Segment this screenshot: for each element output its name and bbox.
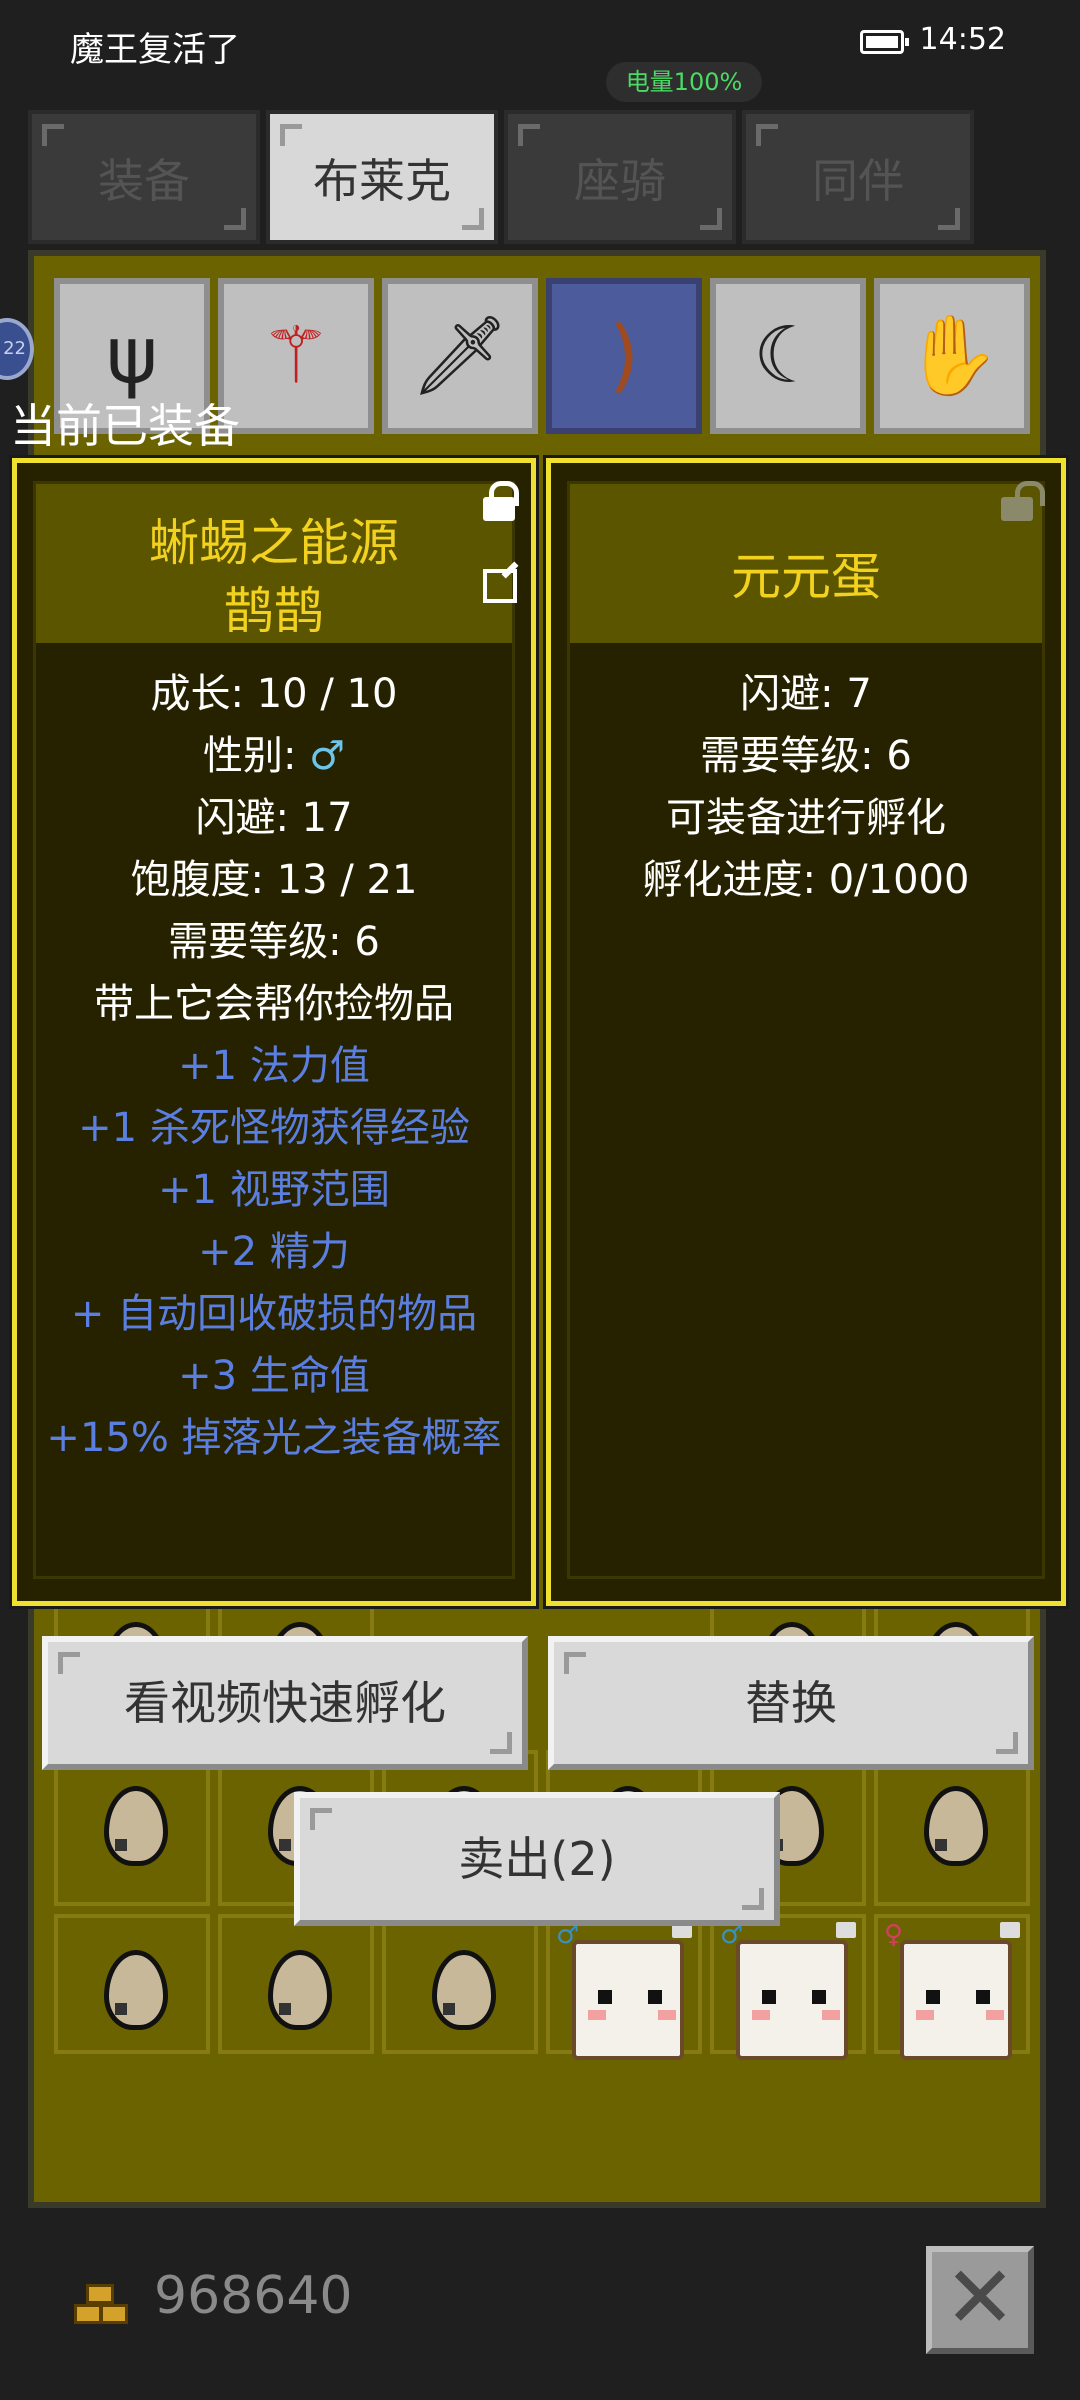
stat-text: 性别: — [202, 733, 310, 779]
stat-text: + 自动回收破损的物品 — [70, 1291, 478, 1337]
close-button[interactable]: ✕ — [926, 2246, 1034, 2354]
tab-equipment[interactable]: 装备 — [28, 110, 260, 244]
section-title: 当前已装备 — [10, 399, 240, 453]
stat-text: +15% 掉落光之装备概率 — [46, 1415, 502, 1461]
current-item-subname: 鹊鹊 — [224, 582, 324, 640]
stat-line: 闪避: 7 — [740, 671, 872, 717]
stat-line: +15% 掉落光之装备概率 — [17, 1407, 531, 1469]
stat-line: 成长: 10 / 10 — [17, 663, 531, 725]
stat-line: +1 杀死怪物获得经验 — [17, 1097, 531, 1159]
female-icon: ♀ — [884, 1920, 904, 1950]
stat-line: 孵化进度: 0/1000 — [642, 857, 970, 903]
stat-line: + 自动回收破损的物品 — [17, 1283, 531, 1345]
egg-icon — [432, 1950, 496, 2030]
pet-icon — [736, 1940, 848, 2060]
equip-slot-scimitar[interactable]: ☾ — [710, 278, 866, 434]
inventory-cell[interactable]: ♂ — [710, 1914, 866, 2060]
unlock-icon[interactable] — [1001, 481, 1045, 521]
stat-line: 需要等级: 6 — [17, 911, 531, 973]
scimitar-icon: ☾ — [753, 311, 823, 401]
pet-icon — [572, 1940, 684, 2060]
stat-line: +1 法力值 — [17, 1035, 531, 1097]
tab-blake[interactable]: 布莱克 — [266, 110, 498, 244]
stat-line: 带上它会帮你捡物品 — [17, 973, 531, 1035]
equip-slot-dagger[interactable]: 🗡 — [382, 278, 538, 434]
stat-text: +3 生命值 — [178, 1353, 370, 1399]
stat-text: +1 杀死怪物获得经验 — [78, 1105, 470, 1151]
replace-label: 替换 — [745, 1676, 837, 1730]
stat-text: 饱腹度: 13 / 21 — [130, 857, 418, 903]
sell-button[interactable]: 卖出(2) — [294, 1792, 780, 1926]
equip-slot-bow[interactable]: ) — [546, 278, 702, 434]
gold-amount: 968640 — [154, 2266, 353, 2326]
fast-hatch-button[interactable]: 看视频快速孵化 — [42, 1636, 528, 1770]
stat-text: 闪避: 17 — [195, 795, 353, 841]
stat-line: 闪避: 17 — [17, 787, 531, 849]
compare-item-name: 元元蛋 — [731, 548, 881, 606]
equip-slot-glove[interactable]: ✋ — [874, 278, 1030, 434]
tab-companion[interactable]: 同伴 — [742, 110, 974, 244]
tab-label: 同伴 — [812, 154, 904, 208]
tab-label: 座骑 — [574, 154, 666, 208]
inventory-cell[interactable]: ♂ — [546, 1914, 702, 2060]
stat-line: 性别: ♂ — [17, 725, 531, 787]
tab-label: 装备 — [98, 154, 190, 208]
tab-label: 布莱克 — [313, 154, 451, 208]
gold-icon — [70, 2280, 134, 2330]
battery-label: 电量100% — [606, 62, 762, 102]
lock-icon — [1000, 1922, 1020, 1938]
inventory-cell[interactable]: ♀ — [874, 1914, 1030, 2060]
stat-line: +2 精力 — [17, 1221, 531, 1283]
inventory-cell[interactable] — [54, 1914, 210, 2054]
fast-hatch-label: 看视频快速孵化 — [124, 1676, 446, 1730]
inventory-cell[interactable] — [54, 1750, 210, 1906]
stat-text: +2 精力 — [198, 1229, 350, 1275]
compare-item-stats: 闪避: 7 需要等级: 6 可装备进行孵化 孵化进度: 0/1000 — [551, 663, 1061, 911]
stat-line: +3 生命值 — [17, 1345, 531, 1407]
ruby-scepter-icon: ⚚ — [261, 311, 331, 401]
male-icon: ♂ — [309, 733, 346, 779]
sell-label: 卖出(2) — [458, 1832, 616, 1886]
glove-icon: ✋ — [903, 310, 1001, 401]
tab-mount[interactable]: 座骑 — [504, 110, 736, 244]
equip-slot-scepter[interactable]: ⚚ — [218, 278, 374, 434]
egg-icon — [104, 1950, 168, 2030]
egg-icon — [924, 1786, 988, 1866]
edit-icon[interactable] — [483, 569, 517, 603]
stat-line: 需要等级: 6 — [700, 733, 912, 779]
current-item-panel: 蜥蜴之能源 鹊鹊 成长: 10 / 10 性别: ♂ 闪避: 17 饱腹度: 13 /… — [12, 458, 536, 1606]
pet-icon — [900, 1940, 1012, 2060]
status-app-name: 魔王复活了 — [70, 30, 240, 70]
stat-text: +1 法力值 — [178, 1043, 370, 1089]
stat-line: 饱腹度: 13 / 21 — [17, 849, 531, 911]
dagger-icon: 🗡 — [410, 310, 510, 401]
stat-line: +1 视野范围 — [17, 1159, 531, 1221]
current-item-name: 蜥蜴之能源 — [149, 514, 399, 572]
egg-icon — [104, 1786, 168, 1866]
stat-text: 带上它会帮你捡物品 — [94, 981, 454, 1027]
battery-icon — [860, 30, 909, 54]
compare-item-panel: 元元蛋 闪避: 7 需要等级: 6 可装备进行孵化 孵化进度: 0/1000 — [546, 458, 1066, 1606]
egg-icon — [268, 1950, 332, 2030]
stat-text: 需要等级: 6 — [168, 919, 380, 965]
inventory-cell[interactable] — [382, 1914, 538, 2054]
replace-button[interactable]: 替换 — [548, 1636, 1034, 1770]
stat-text: +1 视野范围 — [158, 1167, 390, 1213]
stat-text: 成长: 10 / 10 — [150, 671, 398, 717]
status-time: 14:52 — [919, 22, 1006, 57]
inventory-cell[interactable] — [874, 1750, 1030, 1906]
bow-icon: ) — [608, 311, 640, 401]
stat-line: 可装备进行孵化 — [666, 795, 946, 841]
lock-icon[interactable] — [483, 481, 519, 521]
inventory-cell[interactable] — [218, 1914, 374, 2054]
current-item-stats: 成长: 10 / 10 性别: ♂ 闪避: 17 饱腹度: 13 / 21 需要等级: … — [17, 663, 531, 1469]
lock-icon — [836, 1922, 856, 1938]
